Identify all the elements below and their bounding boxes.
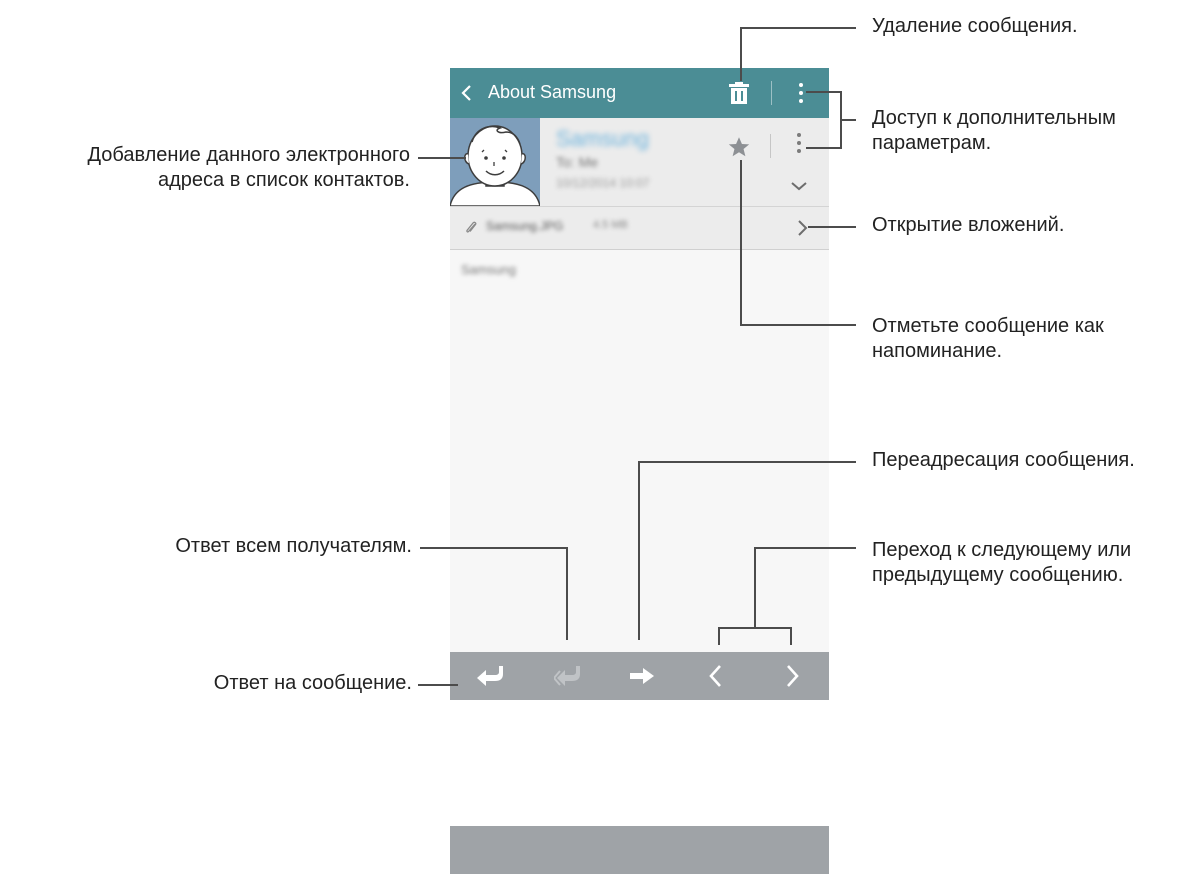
annotation-line: Отметьте сообщение как (872, 315, 1104, 337)
bottom-action-bar (450, 826, 829, 874)
more-vertical-icon (799, 83, 803, 107)
chevron-right-icon (798, 220, 808, 236)
next-message-button[interactable] (756, 652, 828, 700)
leader-line-forward (638, 461, 856, 463)
reply-icon (477, 666, 503, 686)
chevron-left-icon (461, 85, 471, 101)
annotation-delete: Удаление сообщения. (872, 15, 1078, 37)
annotation-line: параметрам. (872, 132, 992, 154)
annotation-forward: Переадресация сообщения. (872, 449, 1135, 471)
leader-line-reply (418, 684, 458, 686)
annotation-reminder: Отметьте сообщение как напоминание. (872, 314, 1104, 364)
annotation-more-options: Доступ к дополнительным параметрам. (872, 106, 1116, 156)
sender-more-button[interactable] (784, 124, 814, 166)
star-icon (728, 137, 750, 157)
annotation-line: напоминание. (872, 340, 1003, 362)
more-options-button[interactable] (786, 74, 816, 112)
reply-all-icon (554, 666, 580, 686)
more-vertical-icon (797, 133, 801, 157)
leader-line-forward (638, 461, 640, 640)
leader-line-navigate (718, 627, 792, 629)
annotation-line: Добавление данного электронного (87, 144, 410, 166)
sender-name: Samsung (556, 126, 649, 151)
previous-icon (709, 665, 721, 687)
leader-line-more-options (806, 91, 842, 93)
annotation-reply: Ответ на сообщение. (213, 672, 412, 694)
annotation-attachments: Открытие вложений. (872, 214, 1065, 236)
trash-icon (729, 82, 749, 104)
header-divider (770, 134, 771, 158)
annotation-reply-all: Ответ всем получателям. (175, 535, 412, 557)
leader-line-navigate (718, 627, 720, 645)
previous-message-button[interactable] (680, 652, 752, 700)
next-icon (787, 665, 799, 687)
attachment-size: 4.5 MB (593, 219, 628, 231)
leader-line-more-options (806, 147, 842, 149)
leader-line-reminder (740, 160, 742, 326)
leader-line-delete (740, 27, 856, 29)
annotation-navigate: Переход к следующему или предыдущему соо… (872, 538, 1131, 588)
chevron-down-icon (791, 182, 807, 191)
sender-header: Samsung To: Me 10/12/2014 10:07 (450, 118, 829, 207)
annotation-line: Переход к следующему или (872, 539, 1132, 561)
forward-icon (630, 668, 654, 684)
message-date: 10/12/2014 10:07 (556, 176, 650, 190)
attachment-row[interactable]: Samsung.JPG 4.5 MB (450, 207, 829, 250)
reply-button[interactable] (450, 652, 522, 700)
back-button[interactable] (450, 68, 486, 118)
app-bar: About Samsung (450, 68, 829, 118)
leader-line-reply-all (566, 547, 568, 640)
recipient-text: To: Me (556, 154, 599, 170)
leader-line-reminder (740, 324, 856, 326)
leader-line-more-options (840, 119, 856, 121)
leader-line-delete (740, 27, 742, 81)
attachment-name: Samsung.JPG (486, 219, 564, 233)
annotation-line: адреса в список контактов. (158, 169, 410, 191)
contact-avatar[interactable] (450, 118, 541, 207)
leader-line-attachments (808, 226, 856, 228)
page-title: About Samsung (488, 82, 617, 102)
annotation-line: Доступ к дополнительным (872, 107, 1116, 129)
bottom-action-bar-visible (450, 652, 829, 700)
annotation-add-contact: Добавление данного электронного адреса в… (87, 143, 410, 193)
annotation-line: предыдущему сообщению. (872, 564, 1124, 586)
leader-line-navigate (754, 547, 756, 629)
message-body: Samsung (461, 262, 516, 277)
person-avatar-icon (450, 125, 541, 207)
forward-button[interactable] (602, 652, 674, 700)
paperclip-icon (466, 221, 477, 233)
open-attachment-button[interactable] (789, 215, 815, 241)
delete-button[interactable] (720, 74, 758, 112)
leader-line-navigate (754, 547, 856, 549)
toolbar-divider (771, 81, 772, 105)
reply-all-button[interactable] (526, 652, 598, 700)
leader-line-reply-all (420, 547, 568, 549)
leader-line-navigate (790, 627, 792, 645)
leader-line-add-contact (418, 157, 466, 159)
expand-details-button[interactable] (786, 174, 812, 198)
star-button[interactable] (726, 134, 752, 160)
